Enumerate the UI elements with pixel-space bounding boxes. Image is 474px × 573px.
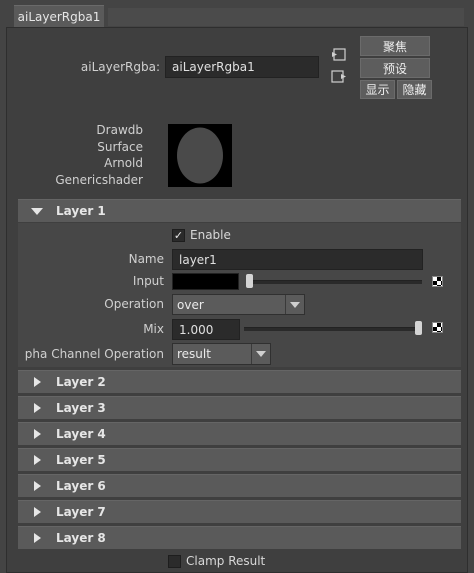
node-name-field[interactable]: aiLayerRgba1 [165, 56, 319, 78]
layer-title: Layer 8 [56, 531, 106, 545]
input-label: Input [132, 274, 164, 288]
layer7-section-header[interactable]: Layer 7 [18, 500, 461, 523]
layer3-section-header[interactable]: Layer 3 [18, 396, 461, 419]
expanded-arrow-icon [18, 207, 56, 215]
operation-dropdown[interactable]: over [172, 294, 305, 315]
clamp-result-checkbox[interactable] [168, 555, 181, 568]
alpha-channel-operation-dropdown[interactable]: result [172, 343, 271, 365]
layer2-section-header[interactable]: Layer 2 [18, 370, 461, 393]
layer1-title: Layer 1 [56, 204, 106, 218]
operation-label: Operation [104, 297, 164, 311]
mix-map-checker-icon[interactable] [432, 322, 443, 333]
collapsed-arrow-icon [18, 507, 56, 517]
tab-ailayerrgba1[interactable]: aiLayerRgba1 [14, 5, 104, 28]
enable-checkbox[interactable]: ✓ [172, 229, 185, 242]
collapsed-arrow-icon [18, 533, 56, 543]
input-slider-track[interactable] [246, 280, 422, 284]
layer-title: Layer 2 [56, 375, 106, 389]
swatch-label: Genericshader [55, 172, 143, 187]
show-button[interactable]: 显示 [360, 80, 395, 99]
input-color-swatch[interactable] [172, 273, 239, 290]
swatch-label: Drawdb [96, 123, 143, 137]
layer4-section-header[interactable]: Layer 4 [18, 422, 461, 445]
mix-slider-handle[interactable] [415, 321, 422, 335]
collapsed-arrow-icon [18, 377, 56, 387]
layer-title: Layer 7 [56, 505, 106, 519]
focus-button[interactable]: 聚焦 [360, 36, 430, 56]
layer-name-label: Name [128, 252, 164, 266]
layer-name-field[interactable]: layer1 [172, 249, 423, 270]
tab-bar-filler [108, 8, 464, 26]
collapsed-arrow-icon [18, 403, 56, 413]
node-name-label: aiLayerRgba: [80, 60, 160, 74]
mix-label: Mix [143, 322, 164, 336]
layer-title: Layer 3 [56, 401, 106, 415]
clamp-result-label: Clamp Result [186, 554, 266, 568]
swatch-label: Surface [97, 139, 143, 154]
layer6-section-header[interactable]: Layer 6 [18, 474, 461, 497]
layer5-section-header[interactable]: Layer 5 [18, 448, 461, 471]
alpha-operation-value: result [177, 347, 211, 361]
input-connection-icon[interactable] [331, 48, 347, 62]
chevron-down-icon [285, 295, 304, 314]
mix-slider-track[interactable] [244, 327, 422, 331]
collapsed-arrow-icon [18, 429, 56, 439]
swatch-type-labels: Drawdb Surface Arnold Genericshader [40, 122, 143, 188]
swatch-label: Arnold [104, 156, 143, 170]
material-preview-swatch[interactable] [168, 124, 232, 187]
layer8-section-header[interactable]: Layer 8 [18, 526, 461, 549]
mix-value-field[interactable]: 1.000 [172, 319, 240, 340]
preview-sphere-icon [177, 127, 223, 184]
hide-button[interactable]: 隐藏 [397, 80, 432, 99]
chevron-down-icon [251, 344, 270, 364]
layer-title: Layer 6 [56, 479, 106, 493]
layer-title: Layer 5 [56, 453, 106, 467]
operation-value: over [177, 297, 204, 312]
output-connection-icon[interactable] [331, 70, 347, 84]
input-map-checker-icon[interactable] [432, 276, 443, 287]
input-slider-handle[interactable] [246, 274, 253, 288]
layer1-section-header[interactable]: Layer 1 [18, 199, 461, 222]
collapsed-arrow-icon [18, 455, 56, 465]
layer-title: Layer 4 [56, 427, 106, 441]
presets-button[interactable]: 预设 [360, 58, 430, 78]
collapsed-arrow-icon [18, 481, 56, 491]
enable-label: Enable [190, 228, 231, 242]
alpha-channel-operation-label: pha Channel Operation [24, 347, 164, 361]
